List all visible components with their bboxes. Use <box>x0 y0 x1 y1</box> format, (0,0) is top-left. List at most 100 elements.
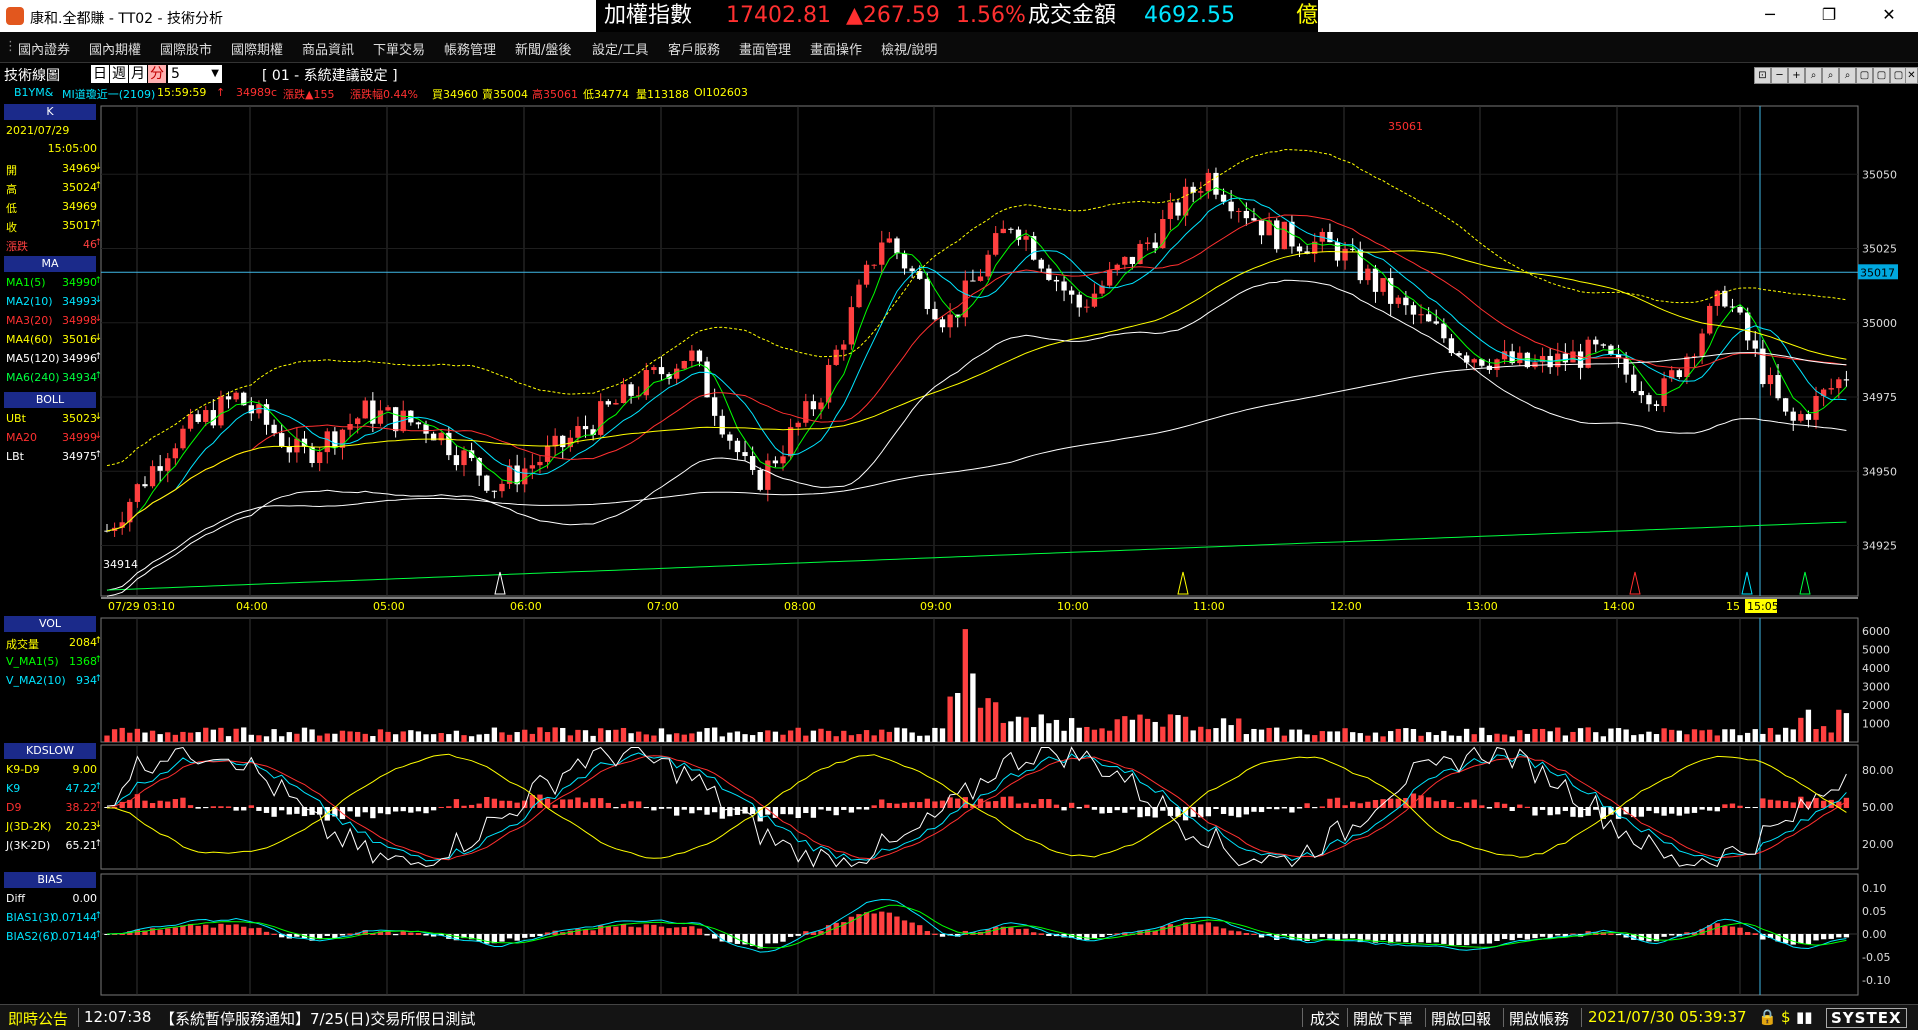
period-day-button[interactable]: 日 <box>91 65 109 83</box>
trade-button[interactable]: 成交 <box>1310 1008 1340 1029</box>
bias-bar <box>241 926 247 935</box>
candle-body <box>165 458 171 471</box>
interval-select[interactable]: 5 ▼ <box>168 65 222 83</box>
candle-body <box>1425 314 1432 322</box>
volume-bar <box>955 693 961 742</box>
bias-bar <box>1790 934 1796 945</box>
volume-bar <box>1782 727 1789 742</box>
period-week-button[interactable]: 週 <box>110 65 128 83</box>
volume-bar <box>165 732 171 742</box>
menu-item[interactable]: 國際期權 <box>231 39 283 58</box>
menu-item[interactable]: 國際股市 <box>160 39 212 58</box>
open-report-button[interactable]: 開啟回報 <box>1431 1008 1491 1029</box>
volume-bar <box>1099 728 1105 742</box>
kd-diff-bar <box>241 807 247 811</box>
volume-bar <box>993 702 999 742</box>
volume-bar <box>1106 730 1113 742</box>
technical-chart[interactable]: 07/29 03:10 04:00 05:00 06:00 07:00 08:00 09:0… <box>0 102 1918 1002</box>
time-tick-label: 10:00 <box>1057 600 1089 613</box>
volume-bar <box>1395 728 1401 742</box>
volume-bar <box>727 732 733 742</box>
menu-item[interactable]: 設定/工具 <box>592 39 648 58</box>
bias-bar <box>210 927 216 935</box>
period-minute-button[interactable]: 分 <box>148 65 166 83</box>
search-prev-icon[interactable]: ⌕ <box>1822 67 1839 84</box>
bias-bar <box>1342 934 1348 939</box>
menu-item[interactable]: 新聞/盤後 <box>515 39 571 58</box>
chart-toolbar: 技術線圖 日 週 月 分 5 ▼ [ 01 - 系統建議設定 ] <box>0 63 1918 85</box>
minimize-button[interactable]: ─ <box>1747 0 1793 32</box>
search-icon[interactable]: ⌕ <box>1805 67 1822 84</box>
info-time: 15:59:59 <box>157 86 207 99</box>
candle-body <box>195 414 201 422</box>
candle-body <box>1038 259 1044 269</box>
kd-diff-bar <box>651 807 657 811</box>
menu-item[interactable]: 國內期權 <box>89 39 141 58</box>
signal-marker-icon <box>1799 571 1811 595</box>
menu-item[interactable]: 客戶服務 <box>668 39 720 58</box>
kd-diff-bar <box>1790 802 1796 808</box>
menu-item[interactable]: 畫面操作 <box>810 39 862 58</box>
candle-body <box>1000 228 1006 234</box>
close-button[interactable]: ✕ <box>1866 0 1912 32</box>
menu-item[interactable]: 下單交易 <box>373 39 425 58</box>
volume-bar <box>1175 715 1181 742</box>
bias-bar <box>1471 934 1477 944</box>
kd-diff-bar <box>1388 798 1394 808</box>
menu-item[interactable]: 帳務管理 <box>444 39 496 58</box>
open-order-button[interactable]: 開啟下單 <box>1353 1008 1413 1029</box>
zoom-in-icon[interactable]: + <box>1788 67 1805 84</box>
kd-diff-bar <box>1129 807 1136 810</box>
volume-bar <box>1684 734 1690 742</box>
kd-diff-bar <box>871 805 877 808</box>
info-ask: 賣35004 <box>482 88 528 101</box>
candle-body <box>354 418 361 425</box>
menu-item[interactable]: 商品資訊 <box>302 39 354 58</box>
volume-bar <box>1319 731 1325 742</box>
period-month-button[interactable]: 月 <box>129 65 147 83</box>
volume-bar <box>901 728 908 742</box>
search-next-icon[interactable]: ⌕ <box>1839 67 1856 84</box>
lock-icon[interactable]: 🔒 <box>1758 1008 1777 1026</box>
kd-diff-bar <box>195 807 201 809</box>
candle-body <box>1008 228 1014 230</box>
kd-diff-bar <box>484 796 490 808</box>
bias-bar <box>408 932 414 935</box>
save-icon[interactable]: ▢ <box>1856 67 1873 84</box>
candle-body <box>1403 297 1409 306</box>
menu-item[interactable]: 國內證券 <box>18 39 70 58</box>
zoom-out-icon[interactable]: ─ <box>1771 67 1788 84</box>
vol-tick-label: 6000 <box>1862 625 1890 638</box>
vol-tick-label: 5000 <box>1862 643 1890 656</box>
volume-bar <box>1585 727 1591 742</box>
candle-body <box>1137 243 1143 265</box>
menu-item[interactable]: 檢視/說明 <box>881 39 937 58</box>
candle-body <box>749 456 756 470</box>
volume-bar <box>1365 735 1371 742</box>
close-chart-icon[interactable]: ✕ <box>1905 67 1918 84</box>
print-icon[interactable]: ▢ <box>1873 67 1890 84</box>
candle-body <box>886 238 893 243</box>
candle-body <box>841 344 847 350</box>
menu-item[interactable]: 畫面管理 <box>739 39 791 58</box>
open-account-button[interactable]: 開啟帳務 <box>1509 1008 1569 1029</box>
bias-bar <box>415 933 422 935</box>
candle-body <box>180 428 186 449</box>
dollar-icon[interactable]: $ <box>1781 1008 1791 1026</box>
kd-diff-bar <box>719 807 725 819</box>
notice-text[interactable]: 【系統暫停服務通知】7/25(日)交易所假日測試 <box>160 1008 475 1029</box>
volume-bar <box>1638 734 1644 742</box>
volume-bar <box>218 727 224 742</box>
volume-bar <box>970 673 976 742</box>
kd-diff-bar <box>1106 807 1113 813</box>
maximize-button[interactable]: ❐ <box>1806 0 1852 32</box>
bias-bar <box>522 934 528 938</box>
bars-icon[interactable]: ▮▮ <box>1796 1008 1813 1026</box>
candle-body <box>757 469 763 490</box>
layout-icon[interactable]: ⊡ <box>1754 67 1771 84</box>
candle-body <box>1600 344 1607 346</box>
volume-bar <box>1722 729 1728 742</box>
kd-diff-bar <box>613 807 619 809</box>
info-pct: 漲跌幅0.44% <box>350 88 418 101</box>
setting-label[interactable]: [ 01 - 系統建議設定 ] <box>262 65 398 85</box>
